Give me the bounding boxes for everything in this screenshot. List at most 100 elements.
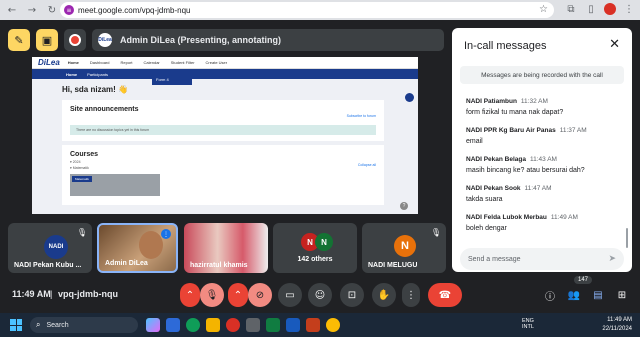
record-icon[interactable] <box>64 29 86 51</box>
course-year[interactable]: ▾ 2024 <box>70 160 376 164</box>
powerpoint-icon[interactable] <box>306 318 320 332</box>
copilot-icon[interactable] <box>146 318 160 332</box>
bookmark-star-icon[interactable]: ☆ <box>539 4 548 15</box>
profile-avatar[interactable] <box>604 3 616 15</box>
site-nav-home[interactable]: Home <box>68 60 79 65</box>
send-icon[interactable]: ➤ <box>608 254 616 264</box>
message-list: NADI Patiambun 11:32 AM form fizikal tu m… <box>466 98 626 243</box>
excel-icon[interactable] <box>266 318 280 332</box>
participant-tile-presenter[interactable]: ⋮ Admin DiLea <box>97 223 178 273</box>
store-icon[interactable] <box>246 318 260 332</box>
course-subject[interactable]: ▾ Matematik <box>70 166 376 170</box>
taskbar-search[interactable]: ⌕ Search <box>30 317 138 333</box>
url-text: meet.google.com/vpq-jdmb-nqu <box>78 5 191 15</box>
participant-initial: N <box>394 235 416 257</box>
chat-scrollbar[interactable] <box>626 228 628 248</box>
chat-message: NADI Pekan Belaga 11:43 AM masih bincang … <box>466 156 626 174</box>
captions-icon[interactable]: ▭ <box>278 283 302 307</box>
dropdown-item-form4[interactable]: Form 4 <box>152 77 192 85</box>
chat-message: NADI Patiambun 11:32 AM form fizikal tu m… <box>466 98 626 116</box>
subscribe-link[interactable]: Subscribe to forum <box>347 114 376 118</box>
mic-muted-icon: 🎙 <box>430 228 441 237</box>
camera-off-icon[interactable]: ⊘ <box>248 283 272 307</box>
chat-message: NADI PPR Kg Baru Air Panas 11:37 AM email <box>466 127 626 145</box>
meeting-info-icon[interactable]: ⓘ <box>540 283 560 307</box>
site-info-icon[interactable]: ≡ <box>64 5 74 15</box>
message-text: takda suara <box>466 196 503 203</box>
site-nav-report[interactable]: Report <box>121 60 133 65</box>
system-clock[interactable]: 11:49 AM 22/11/2024 <box>602 316 632 334</box>
panel-title: In-call messages <box>464 40 547 52</box>
chrome-icon[interactable] <box>326 318 340 332</box>
drawer-toggle-icon[interactable] <box>405 93 414 102</box>
others-tile[interactable]: N N 142 others <box>273 223 357 273</box>
present-icon[interactable]: ⊡ <box>340 283 364 307</box>
presenter-logo: DiLea <box>98 33 112 47</box>
announcements-card: Site announcements Subscribe to forum Th… <box>62 100 384 141</box>
leave-call-icon[interactable]: ☎ <box>428 283 462 307</box>
emoji-icon[interactable]: ☺ <box>308 283 332 307</box>
message-time: 11:32 AM <box>520 98 548 105</box>
task-view-icon[interactable] <box>166 318 180 332</box>
audio-options-icon[interactable]: ⌃ <box>180 283 200 307</box>
extensions-icon[interactable]: ⧉ <box>564 2 578 16</box>
message-input[interactable]: Send a message ➤ <box>460 248 624 270</box>
participant-count-badge: 147 <box>574 276 593 284</box>
participant-tile[interactable]: NADI 🎙 NADI Pekan Kubu ... <box>8 223 92 273</box>
file-explorer-icon[interactable] <box>206 318 220 332</box>
video-options-icon[interactable]: ⌃ <box>228 283 248 307</box>
shared-screen: DiLea Home Dashboard Report Calendar Stu… <box>32 57 418 214</box>
collapse-all-link[interactable]: Collapse all <box>358 163 376 167</box>
courses-title: Courses <box>70 151 99 158</box>
mic-muted-icon: 🎙 <box>76 228 87 237</box>
close-icon[interactable]: ✕ <box>609 37 620 52</box>
back-icon[interactable]: ← <box>4 2 20 18</box>
meet-top-bar: ✎ ▣ DiLea Admin DiLea (Presenting, annot… <box>8 28 444 52</box>
address-bar[interactable]: ≡ meet.google.com/vpq-jdmb-nqu ☆ <box>60 2 554 18</box>
raise-hand-icon[interactable]: ✋ <box>372 283 396 307</box>
language-indicator[interactable]: ENG INTL <box>522 318 534 330</box>
message-placeholder: Send a message <box>468 255 521 263</box>
course-image[interactable]: Matematik <box>70 174 160 196</box>
message-sender: NADI PPR Kg Baru Air Panas <box>466 127 556 134</box>
app-icon[interactable] <box>226 318 240 332</box>
site-nav-create-user[interactable]: Create User <box>206 60 228 65</box>
lang-line2: INTL <box>522 324 534 330</box>
help-icon[interactable]: ? <box>400 202 408 210</box>
more-options-icon[interactable]: ⋮ <box>402 283 420 307</box>
site-nav-calendar[interactable]: Calendar <box>144 60 160 65</box>
browser-toolbar: ← → ↻ ≡ meet.google.com/vpq-jdmb-nqu ☆ ⧉… <box>0 0 640 20</box>
message-time: 11:43 AM <box>529 156 557 163</box>
site-nav-dashboard[interactable]: Dashboard <box>90 60 110 65</box>
site-nav-student-filter[interactable]: Student Filter <box>171 60 195 65</box>
menu-icon[interactable]: ⋮ <box>622 2 636 16</box>
site-tab-home[interactable]: Home <box>66 72 77 77</box>
course-badge: Matematik <box>72 176 92 182</box>
message-text: email <box>466 138 483 145</box>
sidebar-icon[interactable]: ▯ <box>584 2 598 16</box>
clock-time: 11:49 AM <box>607 317 632 323</box>
windows-taskbar: ⌕ Search ENG INTL 11:49 AM 22/11/2024 <box>0 313 640 337</box>
participant-video <box>139 231 163 259</box>
chat-icon[interactable]: ▤ <box>588 283 608 307</box>
annotation-tool-icon[interactable]: ▣ <box>36 29 58 51</box>
participant-name: NADI MELUGU <box>368 262 418 269</box>
participant-name: Admin DiLea <box>105 260 148 267</box>
mic-off-icon[interactable]: 🎙 <box>200 283 224 307</box>
site-tab-participants[interactable]: Participants <box>87 72 108 77</box>
people-icon[interactable]: 👥 <box>564 283 584 307</box>
chat-message: NADI Pekan Sook 11:47 AM takda suara <box>466 185 626 203</box>
activities-icon[interactable]: ⊞ <box>612 283 632 307</box>
message-time: 11:37 AM <box>559 127 587 134</box>
participant-tile[interactable]: N 🎙 NADI MELUGU <box>362 223 446 273</box>
stop-annotating-icon[interactable]: ✎ <box>8 29 30 51</box>
word-icon[interactable] <box>286 318 300 332</box>
browser-actions: ⧉ ▯ ⋮ <box>564 2 636 16</box>
start-icon[interactable] <box>10 319 22 331</box>
participant-tile[interactable]: hazirratul khamis <box>184 223 268 273</box>
forward-icon[interactable]: → <box>24 2 40 18</box>
site-body: Hi, sda nizam! 👋 Site announcements Subs… <box>32 79 418 214</box>
reload-icon[interactable]: ↻ <box>44 2 60 18</box>
edge-icon[interactable] <box>186 318 200 332</box>
in-call-messages-panel: In-call messages ✕ Messages are being re… <box>452 28 632 272</box>
